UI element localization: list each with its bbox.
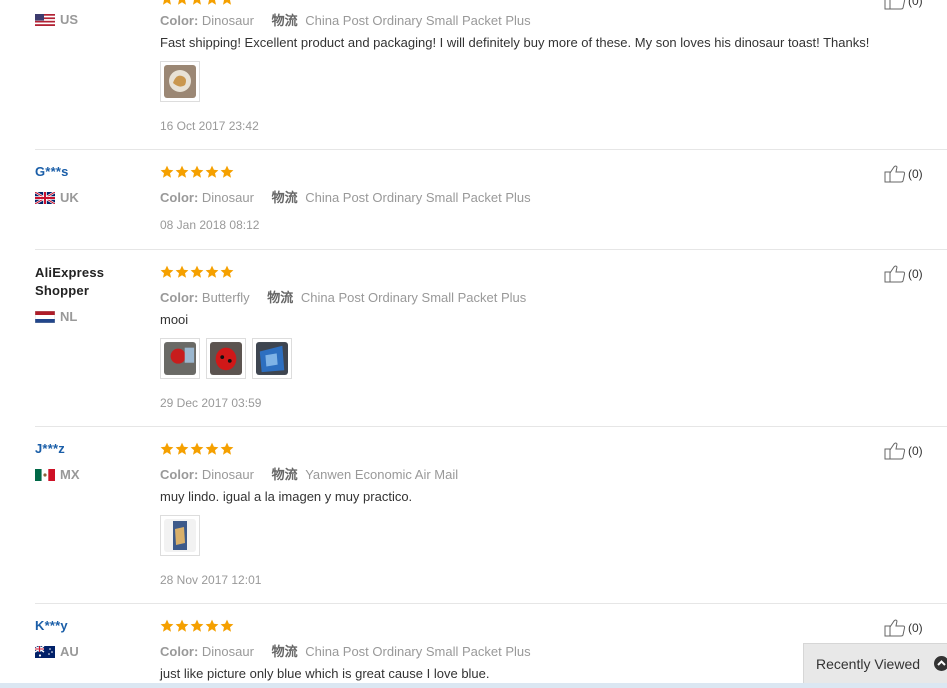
shipping-value: China Post Ordinary Small Packet Plus: [300, 290, 527, 305]
recently-viewed-tab[interactable]: Recently Viewed: [803, 643, 947, 683]
review-meta: Color: Dinosaur 物流 China Post Ordinary S…: [160, 644, 531, 659]
shipping-value: China Post Ordinary Small Packet Plus: [305, 190, 531, 205]
review-text: muy lindo. igual a la imagen y muy pract…: [160, 489, 413, 504]
color-value: Dinosaur: [201, 467, 254, 482]
like-button[interactable]: (0): [884, 619, 923, 637]
like-button[interactable]: (0): [884, 442, 923, 460]
review-photo-thumbnail[interactable]: [252, 338, 292, 379]
au-flag-icon: [34, 644, 55, 658]
color-value: Dinosaur: [201, 13, 254, 28]
color-value: Butterfly: [201, 290, 250, 305]
reviewer-country: MX: [35, 467, 80, 482]
thumbs-up-icon: [884, 265, 906, 283]
star-icon: [220, 265, 234, 279]
star-icon: [220, 0, 234, 6]
review-text: just like picture only blue which is gre…: [160, 666, 490, 681]
reviewer-name[interactable]: G***s: [35, 164, 69, 179]
review-photo-thumbnail[interactable]: [160, 338, 200, 379]
star-icon: [160, 442, 174, 456]
review-divider: [35, 249, 947, 250]
star-icon: [160, 265, 174, 279]
like-button[interactable]: (0): [884, 265, 923, 283]
review-date: 08 Jan 2018 08:12: [160, 218, 260, 232]
mx-flag-icon: [35, 468, 55, 481]
review-photos: [160, 338, 292, 379]
star-icon: [190, 442, 204, 456]
star-icon: [220, 442, 234, 456]
review-meta: Color: Dinosaur 物流 China Post Ordinary S…: [160, 13, 531, 28]
star-icon: [205, 0, 219, 6]
recently-viewed-label: Recently Viewed: [816, 655, 921, 672]
star-icon: [190, 0, 204, 6]
star-icon: [190, 619, 204, 633]
star-icon: [160, 619, 174, 633]
review-date: 16 Oct 2017 23:42: [160, 119, 259, 133]
review-text: mooi: [160, 312, 189, 327]
chevron-up-icon: [934, 656, 947, 671]
review-divider: [35, 149, 947, 150]
color-value: Dinosaur: [201, 190, 254, 205]
star-rating: [160, 265, 234, 279]
bottom-bar: [0, 683, 947, 688]
shipping-mark: 物流: [271, 190, 298, 205]
review-text: Fast shipping! Excellent product and pac…: [160, 35, 870, 50]
review-date: 28 Nov 2017 12:01: [160, 573, 262, 587]
star-icon: [160, 0, 174, 6]
star-rating: [160, 442, 234, 456]
review-photo-thumbnail[interactable]: [160, 61, 200, 102]
star-icon: [205, 619, 219, 633]
star-icon: [175, 165, 189, 179]
star-icon: [190, 165, 204, 179]
reviewer-country: AU: [34, 644, 79, 659]
shipping-value: China Post Ordinary Small Packet Plus: [305, 13, 531, 28]
review-meta: Color: Butterfly 物流 China Post Ordinary …: [160, 290, 527, 305]
star-icon: [175, 265, 189, 279]
star-icon: [175, 0, 189, 6]
review-photos: [160, 61, 200, 102]
star-rating: [160, 0, 234, 6]
shipping-mark: 物流: [271, 13, 298, 28]
star-icon: [205, 265, 219, 279]
shipping-mark: 物流: [271, 644, 298, 659]
review-divider: [35, 426, 947, 427]
star-icon: [205, 165, 219, 179]
thumbs-up-icon: [884, 619, 906, 637]
reviewer-name: AliExpress Shopper: [35, 265, 105, 298]
star-icon: [175, 619, 189, 633]
shipping-mark: 物流: [271, 467, 298, 482]
reviewer-country: US: [35, 12, 78, 27]
star-rating: [160, 619, 234, 633]
reviewer-name[interactable]: K***y: [35, 618, 68, 633]
like-button[interactable]: (0): [884, 165, 923, 183]
star-icon: [160, 165, 174, 179]
review-divider: [35, 603, 947, 604]
review-photo-thumbnail[interactable]: [206, 338, 246, 379]
shipping-value: Yanwen Economic Air Mail: [305, 467, 459, 482]
shipping-mark: 物流: [267, 290, 294, 305]
us-flag-icon: [35, 13, 55, 26]
star-icon: [175, 442, 189, 456]
uk-flag-icon: [34, 190, 56, 205]
reviewer-country: NL: [34, 309, 77, 324]
review-meta: Color: Dinosaur 物流 China Post Ordinary S…: [160, 190, 531, 205]
star-icon: [190, 265, 204, 279]
star-icon: [220, 619, 234, 633]
star-icon: [220, 165, 234, 179]
thumbs-up-icon: [884, 442, 906, 460]
thumbs-up-icon: [884, 165, 906, 183]
review-photo-thumbnail[interactable]: [160, 515, 200, 556]
star-rating: [160, 165, 234, 179]
reviewer-country: UK: [34, 190, 79, 205]
reviewer-name[interactable]: J***z: [35, 441, 65, 456]
shipping-value: China Post Ordinary Small Packet Plus: [305, 644, 531, 659]
review-date: 29 Dec 2017 03:59: [160, 396, 262, 410]
star-icon: [205, 442, 219, 456]
color-value: Dinosaur: [201, 644, 254, 659]
like-button[interactable]: (0): [884, 0, 923, 10]
thumbs-up-icon: [884, 0, 906, 10]
review-meta: Color: Dinosaur 物流 Yanwen Economic Air M…: [160, 467, 459, 482]
nl-flag-icon: [34, 310, 56, 323]
review-photos: [160, 515, 200, 556]
